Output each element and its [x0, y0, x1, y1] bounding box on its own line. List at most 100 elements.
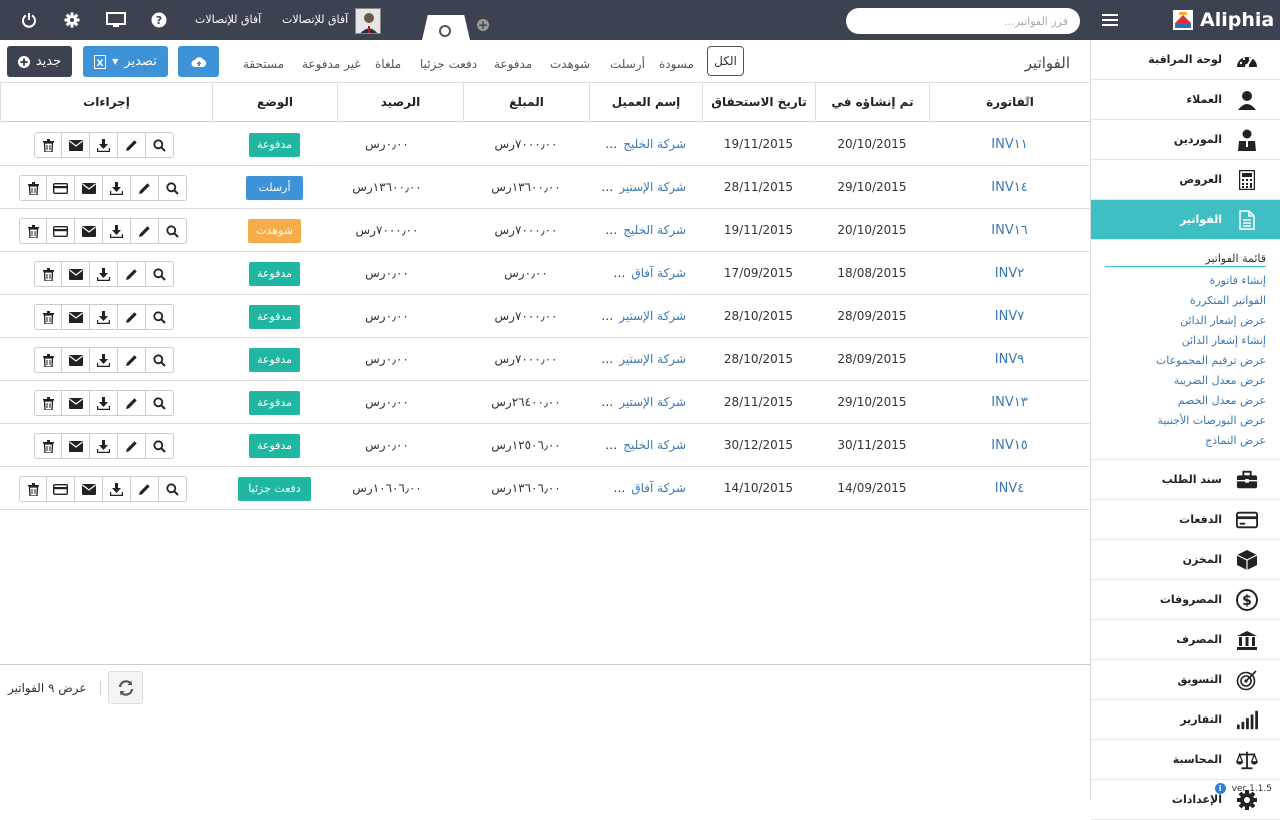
company-name[interactable]: آفاق للإتصالات — [195, 13, 261, 26]
search-action-button[interactable] — [159, 476, 187, 502]
client-name-cell[interactable]: شركة الإستير… — [589, 381, 702, 424]
envelope-action-button[interactable] — [62, 132, 90, 158]
header-amount[interactable]: المبلغ — [463, 83, 589, 122]
power-icon[interactable] — [19, 10, 39, 30]
search-action-button[interactable] — [146, 132, 174, 158]
filter-all[interactable]: الكل — [707, 46, 744, 76]
download-action-button[interactable] — [90, 390, 118, 416]
table-row[interactable]: INV١٦ 20/10/2015 19/11/2015 شركة الخليج … ٧٠٠… — [0, 209, 1090, 252]
invoice-number[interactable]: INV٧ — [929, 295, 1090, 338]
invoice-number[interactable]: INV١٤ — [929, 166, 1090, 209]
client-name[interactable]: شركة الخليج — [623, 137, 686, 151]
refresh-button[interactable] — [108, 671, 143, 704]
user-name[interactable]: آفاق للإتصالات — [282, 13, 348, 26]
envelope-action-button[interactable] — [75, 218, 103, 244]
trash-action-button[interactable] — [19, 218, 47, 244]
sidebar-item-7[interactable]: الدفعات — [1091, 500, 1280, 540]
client-name[interactable]: شركة الإستير — [619, 395, 686, 409]
header-balance[interactable]: الرصيد — [337, 83, 463, 122]
client-name-cell[interactable]: شركة الخليج… — [589, 424, 702, 467]
client-name-cell[interactable]: شركة الإستير… — [589, 166, 702, 209]
pencil-action-button[interactable] — [131, 218, 159, 244]
table-row[interactable]: INV١٣ 29/10/2015 28/11/2015 شركة الإستير … ٢٦… — [0, 381, 1090, 424]
sidebar-item-13[interactable]: المحاسبة — [1091, 740, 1280, 780]
download-action-button[interactable] — [90, 261, 118, 287]
header-invoice[interactable]: الفاتورة ↑ — [929, 83, 1090, 122]
sidebar-item-6[interactable]: سند الطلب — [1091, 460, 1280, 500]
sidebar-item-4[interactable]: العروض — [1091, 160, 1280, 200]
submenu-link[interactable]: إنشاء إشعار الدائن — [1105, 331, 1266, 351]
sidebar-item-9[interactable]: المصروفات $ — [1091, 580, 1280, 620]
client-name[interactable]: شركة الخليج — [623, 438, 686, 452]
client-name-cell[interactable]: شركة الإستير… — [589, 295, 702, 338]
invoice-number[interactable]: INV٢ — [929, 252, 1090, 295]
submenu-link[interactable]: عرض معدل الخصم — [1105, 391, 1266, 411]
trash-action-button[interactable] — [34, 261, 62, 287]
submenu-link[interactable]: عرض البورصات الأجنبية — [1105, 411, 1266, 431]
table-row[interactable]: INV٤ 14/09/2015 14/10/2015 شركة آفاق … ١٣٦٠٦٫… — [0, 467, 1090, 510]
table-row[interactable]: INV١١ 20/10/2015 19/11/2015 شركة الخليج … ٧٠٠… — [0, 123, 1090, 166]
client-name-cell[interactable]: شركة الخليج… — [589, 123, 702, 166]
avatar[interactable] — [355, 8, 381, 34]
search-action-button[interactable] — [159, 175, 187, 201]
invoice-number[interactable]: INV١١ — [929, 123, 1090, 166]
download-action-button[interactable] — [90, 304, 118, 330]
download-action-button[interactable] — [90, 132, 118, 158]
envelope-action-button[interactable] — [62, 433, 90, 459]
submenu-heading[interactable]: قائمة الفواتير — [1105, 250, 1266, 267]
header-created[interactable]: تم إنشاؤه في — [815, 83, 929, 122]
pencil-action-button[interactable] — [118, 304, 146, 330]
table-row[interactable]: INV٢ 18/08/2015 17/09/2015 شركة آفاق … ٠٫٠٠رس… — [0, 252, 1090, 295]
search-action-button[interactable] — [146, 433, 174, 459]
download-action-button[interactable] — [103, 476, 131, 502]
trash-action-button[interactable] — [34, 132, 62, 158]
sidebar-item-3[interactable]: الموردين — [1091, 120, 1280, 160]
client-name[interactable]: شركة الإستير — [619, 180, 686, 194]
pencil-action-button[interactable] — [118, 261, 146, 287]
header-status[interactable]: الوضع — [212, 83, 337, 122]
client-name-cell[interactable]: شركة آفاق… — [589, 252, 702, 295]
client-name[interactable]: شركة الإستير — [619, 352, 686, 366]
table-row[interactable]: INV١٤ 29/10/2015 28/11/2015 شركة الإستير … ١٣… — [0, 166, 1090, 209]
invoice-number[interactable]: INV١٦ — [929, 209, 1090, 252]
table-row[interactable]: INV١٥ 30/11/2015 30/12/2015 شركة الخليج … ١٢٥… — [0, 424, 1090, 467]
filter-paid[interactable]: مدفوعة — [494, 57, 532, 71]
client-name[interactable]: شركة آفاق — [631, 481, 686, 495]
pencil-action-button[interactable] — [131, 175, 159, 201]
search-action-button[interactable] — [146, 347, 174, 373]
trash-action-button[interactable] — [34, 390, 62, 416]
filter-seen[interactable]: شوهدت — [550, 57, 590, 71]
upload-button[interactable] — [178, 46, 219, 77]
logo[interactable]: Aliphia — [1170, 6, 1274, 34]
credit-card-action-button[interactable] — [47, 175, 75, 201]
invoice-number[interactable]: INV١٥ — [929, 424, 1090, 467]
credit-card-action-button[interactable] — [47, 476, 75, 502]
pencil-action-button[interactable] — [118, 433, 146, 459]
client-name-cell[interactable]: شركة الخليج… — [589, 209, 702, 252]
pencil-action-button[interactable] — [131, 476, 159, 502]
search-action-button[interactable] — [146, 304, 174, 330]
pencil-action-button[interactable] — [118, 390, 146, 416]
filter-unpaid[interactable]: غير مدفوعة — [302, 57, 361, 71]
invoice-number[interactable]: INV١٣ — [929, 381, 1090, 424]
sidebar-item-1[interactable]: لوحة المراقبة — [1091, 40, 1280, 80]
client-name[interactable]: شركة آفاق — [631, 266, 686, 280]
client-name-cell[interactable]: شركة الإستير… — [589, 338, 702, 381]
sidebar-item-10[interactable]: المصرف — [1091, 620, 1280, 660]
download-action-button[interactable] — [90, 347, 118, 373]
envelope-action-button[interactable] — [62, 261, 90, 287]
filter-partial[interactable]: دفعت جزئيا — [420, 57, 477, 71]
menu-icon[interactable] — [1100, 10, 1120, 30]
sidebar-item-5[interactable]: الفواتير — [1091, 200, 1280, 240]
export-button[interactable]: X ▼ تصدير — [83, 46, 168, 77]
submenu-link[interactable]: الفواتير المتكررة — [1105, 291, 1266, 311]
sidebar-item-12[interactable]: التقارير — [1091, 700, 1280, 740]
sort-up-icon[interactable]: ↑ — [1022, 83, 1034, 122]
trash-action-button[interactable] — [19, 175, 47, 201]
download-action-button[interactable] — [103, 175, 131, 201]
client-name[interactable]: شركة الإستير — [619, 309, 686, 323]
trash-action-button[interactable] — [34, 304, 62, 330]
trash-action-button[interactable] — [34, 347, 62, 373]
info-icon[interactable]: i — [1214, 783, 1226, 794]
filter-due[interactable]: مستحقة — [243, 57, 284, 71]
